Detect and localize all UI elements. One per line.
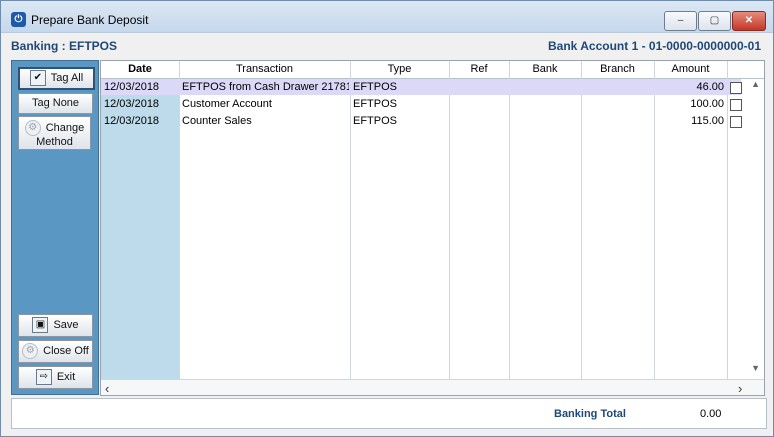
row-transaction: Customer Account (182, 98, 272, 110)
row-branch (584, 97, 653, 112)
change-method-button[interactable]: ⚙ Change Method (18, 116, 91, 150)
column-header-amount: Amount (671, 63, 710, 75)
row-bank (512, 97, 580, 112)
column-header-bank: Bank (532, 63, 558, 75)
column-header-type: Type (387, 63, 412, 75)
exit-button[interactable]: ⇨ Exit (18, 366, 93, 389)
check-icon: ✔ (29, 70, 46, 87)
table-row[interactable]: 12/03/2018 EFTPOS from Cash Drawer 21781… (101, 79, 742, 95)
footer-panel: Banking Total 0.00 (11, 398, 767, 429)
minimize-button[interactable]: – (664, 11, 697, 31)
table-row[interactable]: 12/03/2018 Counter Sales EFTPOS 115.00 (101, 113, 742, 129)
app-power-icon: ⏻ (11, 12, 26, 27)
prepare-bank-deposit-window: ⏻ Prepare Bank Deposit – ▢ ✕ Banking : E… (0, 0, 774, 437)
row-tag-checkbox[interactable] (730, 116, 742, 128)
row-bank (512, 114, 580, 129)
row-date: 12/03/2018 (104, 98, 160, 110)
row-tag-checkbox[interactable] (730, 99, 742, 111)
banking-type-label: Banking : EFTPOS (11, 39, 118, 53)
row-type: EFTPOS (353, 115, 398, 127)
tag-all-label: Tag All (50, 72, 84, 84)
save-label: Save (53, 319, 79, 331)
title-bar: ⏻ Prepare Bank Deposit – ▢ ✕ (1, 1, 773, 33)
scroll-down-arrow-icon[interactable]: ▼ (751, 363, 760, 373)
row-ref (452, 80, 508, 95)
gear-icon: ⚙ (24, 120, 41, 136)
gear-icon: ⚙ (22, 343, 39, 360)
deposit-grid[interactable]: Date Transaction Type Ref Bank Branch Am… (100, 60, 765, 396)
tag-all-button[interactable]: ✔ Tag All (18, 67, 95, 90)
row-type: EFTPOS (353, 81, 398, 93)
row-tag-checkbox[interactable] (730, 82, 742, 94)
row-bank (512, 80, 580, 95)
scroll-up-arrow-icon[interactable]: ▲ (751, 79, 760, 89)
banking-total-label: Banking Total (554, 408, 626, 420)
tag-none-button[interactable]: Tag None (18, 93, 93, 114)
change-method-label: Change Method (36, 121, 85, 148)
row-amount: 115.00 (691, 115, 724, 127)
row-transaction: EFTPOS from Cash Drawer 217814 (182, 81, 349, 93)
banking-total-value: 0.00 (700, 408, 722, 420)
scroll-left-arrow-icon[interactable]: ‹ (105, 381, 109, 395)
column-header-branch: Branch (600, 63, 635, 75)
row-branch (584, 80, 653, 95)
window-title: Prepare Bank Deposit (31, 13, 149, 27)
scroll-right-arrow-icon[interactable]: › (738, 381, 742, 395)
column-header-ref: Ref (470, 63, 488, 75)
column-header-transaction: Transaction (235, 63, 294, 75)
horizontal-scrollbar[interactable]: ‹ › (101, 379, 764, 395)
grid-header: Date Transaction Type Ref Bank Branch Am… (101, 61, 764, 79)
row-transaction: Counter Sales (182, 115, 252, 127)
tag-none-label: Tag None (31, 97, 80, 109)
floppy-disk-icon: ▣ (32, 317, 49, 334)
close-off-button[interactable]: ⚙ Close Off (18, 340, 93, 363)
close-window-button[interactable]: ✕ (732, 11, 766, 31)
row-date: 12/03/2018 (104, 81, 160, 93)
row-branch (584, 114, 653, 129)
row-amount: 46.00 (696, 81, 724, 93)
bank-account-label: Bank Account 1 - 01-0000-0000000-01 (548, 39, 761, 53)
exit-label: Exit (56, 371, 76, 383)
action-sidebar: ✔ Tag All Tag None ⚙ Change Method ▣ Save ⚙… (11, 60, 99, 395)
row-ref (452, 97, 508, 112)
close-off-label: Close Off (43, 345, 89, 357)
row-ref (452, 114, 508, 129)
maximize-button[interactable]: ▢ (698, 11, 731, 31)
save-button[interactable]: ▣ Save (18, 314, 93, 337)
table-row[interactable]: 12/03/2018 Customer Account EFTPOS 100.0… (101, 96, 742, 112)
row-type: EFTPOS (353, 98, 398, 110)
column-header-date: Date (128, 63, 152, 75)
row-date: 12/03/2018 (104, 115, 160, 127)
exit-door-icon: ⇨ (35, 369, 52, 386)
row-amount: 100.00 (690, 98, 724, 110)
